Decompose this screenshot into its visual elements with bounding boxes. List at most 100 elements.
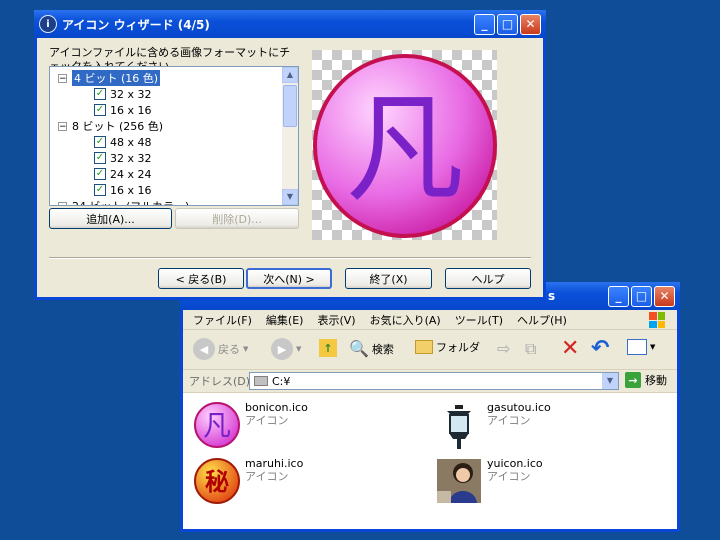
- up-folder-icon: ↑: [319, 339, 337, 357]
- move-to-button[interactable]: ⇨: [497, 339, 510, 358]
- address-dropdown[interactable]: ▼: [602, 373, 618, 389]
- checkbox-checked-icon[interactable]: ✓: [94, 184, 106, 196]
- svg-text:秘: 秘: [205, 468, 229, 496]
- folder-icon: [415, 340, 433, 354]
- windows-logo-icon: [649, 312, 665, 328]
- tree-item-label: 16 x 16: [110, 103, 152, 117]
- checkbox-checked-icon[interactable]: ✓: [94, 136, 106, 148]
- file-item[interactable]: gasutou.ico アイコン: [435, 401, 551, 449]
- maximize-button[interactable]: □: [497, 13, 518, 35]
- menu-edit[interactable]: 編集(E): [266, 312, 304, 328]
- chevron-down-icon: ▼: [296, 345, 302, 353]
- close-button[interactable]: ✕: [520, 13, 541, 35]
- tree-item[interactable]: ✓ 16 x 16: [94, 102, 152, 118]
- help-button[interactable]: ヘルプ: [445, 268, 531, 289]
- address-input[interactable]: C:¥ ▼: [249, 372, 619, 390]
- back-label: 戻る: [218, 343, 240, 356]
- folders-button[interactable]: フォルダ: [415, 339, 480, 355]
- go-arrow-icon: →: [625, 372, 641, 388]
- divider: [49, 257, 531, 259]
- icon-preview: 凡: [312, 50, 497, 240]
- checkbox-checked-icon[interactable]: ✓: [94, 168, 106, 180]
- file-name: yuicon.ico: [487, 457, 543, 470]
- file-item[interactable]: 秘 maruhi.ico アイコン: [193, 457, 303, 505]
- checkbox-checked-icon[interactable]: ✓: [94, 104, 106, 116]
- close-button[interactable]: ✕: [654, 285, 675, 307]
- copy-to-icon: ⧉: [525, 339, 537, 358]
- back-arrow-icon: ◀: [193, 338, 215, 360]
- tree-item[interactable]: ✓ 32 x 32: [94, 86, 152, 102]
- file-type: アイコン: [487, 470, 531, 483]
- tree-group-8bit[interactable]: − 8 ビット (256 色): [58, 118, 163, 134]
- tree-item[interactable]: ✓ 48 x 48: [94, 134, 152, 150]
- menu-file[interactable]: ファイル(F): [193, 312, 252, 328]
- views-button[interactable]: ▼: [627, 339, 655, 355]
- tree-group-label: 4 ビット (16 色): [72, 70, 161, 86]
- move-to-icon: ⇨: [497, 339, 511, 358]
- undo-button[interactable]: ↶: [591, 336, 609, 361]
- up-folder-button[interactable]: ↑: [319, 339, 337, 357]
- address-label: アドレス(D): [189, 375, 251, 388]
- format-tree[interactable]: − 4 ビット (16 色) ✓ 32 x 32 ✓ 16 x 16 − 8 ビ…: [49, 66, 299, 206]
- checkbox-checked-icon[interactable]: ✓: [94, 152, 106, 164]
- tree-group-4bit[interactable]: − 4 ビット (16 色): [58, 70, 161, 86]
- undo-icon: ↶: [591, 336, 610, 361]
- tree-item-label: 48 x 48: [110, 135, 152, 149]
- file-list: 凡 bonicon.ico アイコン gasutou.ico アイコン 秘 ma…: [183, 393, 677, 529]
- svg-text:凡: 凡: [203, 409, 231, 442]
- tree-item[interactable]: ✓ 16 x 16: [94, 182, 152, 198]
- menu-view[interactable]: 表示(V): [317, 312, 355, 328]
- menu-tools[interactable]: ツール(T): [455, 312, 503, 328]
- collapse-icon[interactable]: −: [58, 201, 67, 205]
- tree-group-24bit[interactable]: − 24 ビット (フルカラー): [58, 198, 189, 205]
- file-name: gasutou.ico: [487, 401, 551, 414]
- back-button[interactable]: ◀ 戻る ▼: [193, 338, 248, 360]
- menu-bar: ファイル(F) 編集(E) 表示(V) お気に入り(A) ツール(T) ヘルプ(…: [183, 310, 677, 330]
- checkbox-checked-icon[interactable]: ✓: [94, 88, 106, 100]
- file-name: maruhi.ico: [245, 457, 304, 470]
- go-button[interactable]: → 移動: [625, 372, 667, 388]
- forward-arrow-icon: ▶: [271, 338, 293, 360]
- tree-item-label: 16 x 16: [110, 183, 152, 197]
- menu-favorites[interactable]: お気に入り(A): [370, 312, 441, 328]
- finish-button[interactable]: 終了(X): [345, 268, 432, 289]
- add-button[interactable]: 追加(A)...: [49, 208, 172, 229]
- views-icon: [627, 339, 647, 355]
- search-button[interactable]: 🔍 検索: [349, 339, 394, 358]
- maruhi-icon: 秘: [194, 458, 240, 504]
- tree-group-label: 8 ビット (256 色): [72, 120, 164, 133]
- tree-item-label: 24 x 24: [110, 167, 152, 181]
- scroll-thumb[interactable]: [283, 85, 297, 127]
- maximize-button[interactable]: □: [631, 285, 652, 307]
- file-name: bonicon.ico: [245, 401, 308, 414]
- wizard-title: アイコン ウィザード (4/5): [62, 17, 210, 32]
- wizard-titlebar[interactable]: i アイコン ウィザード (4/5) _ □ ✕: [34, 10, 546, 38]
- collapse-icon[interactable]: −: [58, 121, 67, 131]
- tree-item[interactable]: ✓ 24 x 24: [94, 166, 152, 182]
- scroll-up-icon[interactable]: ▲: [282, 67, 298, 83]
- tree-item[interactable]: ✓ 32 x 32: [94, 150, 152, 166]
- tree-scrollbar[interactable]: ▲ ▼: [282, 67, 298, 205]
- forward-button[interactable]: ▶ ▼: [271, 338, 301, 360]
- minimize-button[interactable]: _: [474, 13, 495, 35]
- collapse-icon[interactable]: −: [58, 73, 67, 83]
- scroll-down-icon[interactable]: ▼: [282, 189, 298, 205]
- file-item[interactable]: 凡 bonicon.ico アイコン: [193, 401, 308, 449]
- delete-button[interactable]: ✕: [561, 336, 579, 361]
- back-button[interactable]: < 戻る(B): [158, 268, 244, 289]
- copy-to-button[interactable]: ⧉: [525, 339, 536, 359]
- explorer-window: s _ □ ✕ ファイル(F) 編集(E) 表示(V) お気に入り(A) ツール…: [180, 282, 680, 532]
- delete-button[interactable]: 削除(D)...: [175, 208, 299, 229]
- toolbar: ◀ 戻る ▼ ▶ ▼ ↑ 🔍 検索 フォルダ ⇨ ⧉ ✕ ↶ ▼: [183, 331, 677, 370]
- minimize-button[interactable]: _: [608, 285, 629, 307]
- address-value: C:¥: [272, 374, 291, 388]
- bonicon-icon: 凡: [194, 402, 240, 448]
- tree-item-label: 32 x 32: [110, 87, 152, 101]
- menu-help[interactable]: ヘルプ(H): [517, 312, 567, 328]
- address-bar: アドレス(D) C:¥ ▼ → 移動: [183, 370, 677, 393]
- file-type: アイコン: [487, 414, 531, 427]
- gaslight-icon: [447, 405, 471, 449]
- next-button[interactable]: 次へ(N) >: [246, 268, 332, 289]
- file-item[interactable]: yuicon.ico アイコン: [435, 457, 543, 505]
- go-label: 移動: [645, 374, 667, 387]
